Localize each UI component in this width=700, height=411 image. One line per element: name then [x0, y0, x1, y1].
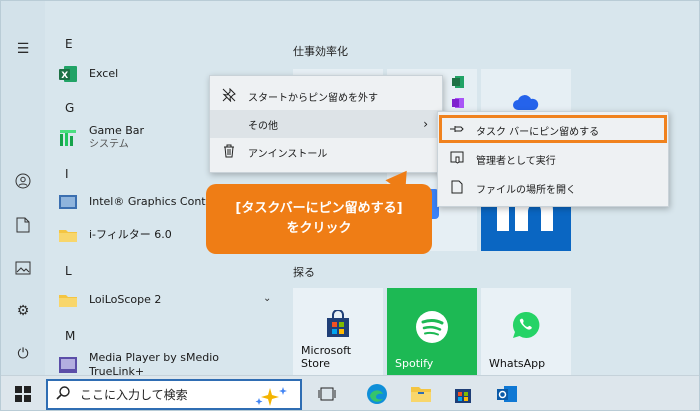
app-label: Game Bar — [89, 124, 145, 137]
windows-start-icon[interactable] — [11, 382, 35, 406]
hamburger-menu-icon[interactable]: ☰ — [11, 37, 35, 61]
menu-item-open-location[interactable]: ファイルの場所を開く — [438, 174, 668, 202]
taskbar-search-box[interactable]: ここに入力して検索 — [46, 379, 302, 410]
tile-whatsapp[interactable]: WhatsApp — [481, 288, 571, 376]
menu-item-label: 管理者として実行 — [476, 155, 556, 167]
file-explorer-icon[interactable] — [409, 382, 433, 406]
menu-item-run-admin[interactable]: 管理者として実行 — [438, 145, 668, 173]
chevron-down-icon[interactable]: ⌄ — [263, 293, 271, 304]
excel-icon: X — [57, 63, 79, 85]
letter-header[interactable]: L — [65, 264, 72, 278]
trash-icon — [220, 144, 238, 161]
folder-icon — [57, 224, 79, 246]
spotify-icon — [416, 311, 448, 343]
menu-item-label: スタートからピン留めを外す — [248, 92, 378, 104]
app-label: LoiLoScope 2 — [89, 293, 162, 306]
documents-icon[interactable] — [11, 213, 35, 237]
tile-group-title[interactable]: 仕事効率化 — [293, 43, 348, 59]
settings-gear-icon[interactable]: ⚙ — [11, 299, 35, 323]
menu-item-more[interactable]: その他 › — [210, 110, 442, 138]
svg-text:X: X — [61, 71, 68, 81]
document-icon — [448, 180, 466, 197]
menu-item-label: その他 — [248, 120, 278, 132]
user-account-icon[interactable] — [11, 169, 35, 193]
intel-graphics-icon — [57, 191, 79, 213]
search-placeholder: ここに入力して検索 — [80, 388, 188, 402]
taskbar: ここに入力して検索 — [1, 375, 699, 410]
start-menu-window: ☰ ⚙ ⏻ E X Excel G Game Bar システム I Intel®… — [0, 0, 700, 411]
task-view-icon[interactable] — [315, 382, 339, 406]
tile-label: WhatsApp — [489, 357, 546, 370]
whatsapp-icon — [512, 311, 540, 338]
letter-header[interactable]: E — [65, 37, 73, 51]
pin-taskbar-highlight — [439, 115, 667, 143]
letter-header[interactable]: I — [65, 167, 69, 181]
app-label: i-フィルター 6.0 — [89, 228, 172, 241]
tile-microsoft-store[interactable]: Microsoft Store — [293, 288, 383, 376]
game-bar-icon — [57, 127, 79, 149]
app-sublabel: システム — [89, 139, 129, 150]
instruction-callout: [タスクバーにピン留めする] をクリック — [206, 184, 432, 254]
callout-line: [タスクバーにピン留めする] — [235, 201, 403, 216]
menu-item-uninstall[interactable]: アンインストール — [210, 138, 442, 166]
unpin-icon — [220, 87, 238, 105]
excel-small-icon — [451, 75, 465, 92]
start-left-rail: ☰ ⚙ ⏻ — [1, 1, 45, 375]
store-taskbar-icon[interactable] — [451, 382, 475, 406]
pictures-icon[interactable] — [11, 256, 35, 280]
shield-icon — [448, 151, 466, 168]
chevron-right-icon: › — [423, 117, 428, 131]
tile-spotify[interactable]: Spotify — [387, 288, 477, 376]
onenote-small-icon — [451, 97, 465, 112]
letter-header[interactable]: M — [65, 329, 75, 343]
context-menu: スタートからピン留めを外す その他 › アンインストール — [209, 75, 443, 173]
tile-label: Spotify — [395, 357, 434, 370]
sparkle-icon — [252, 386, 292, 409]
edge-icon[interactable] — [365, 382, 389, 406]
tile-onedrive[interactable] — [481, 69, 571, 113]
microsoft-store-icon — [327, 310, 349, 337]
power-icon[interactable]: ⏻ — [11, 342, 35, 366]
app-item-loiloscope[interactable]: LoiLoScope 2 ⌄ — [57, 285, 277, 315]
menu-item-label: アンインストール — [248, 148, 328, 160]
outlook-icon[interactable] — [495, 382, 519, 406]
app-label: Excel — [89, 67, 119, 80]
callout-line: をクリック — [286, 221, 352, 236]
tile-group-title[interactable]: 探る — [293, 264, 315, 280]
folder-icon — [57, 289, 79, 311]
media-player-icon — [57, 354, 79, 376]
menu-item-unpin-start[interactable]: スタートからピン留めを外す — [210, 82, 442, 110]
tile-label: Microsoft Store — [301, 344, 352, 370]
letter-header[interactable]: G — [65, 101, 74, 115]
search-icon — [56, 386, 70, 403]
menu-item-label: ファイルの場所を開く — [476, 184, 576, 196]
